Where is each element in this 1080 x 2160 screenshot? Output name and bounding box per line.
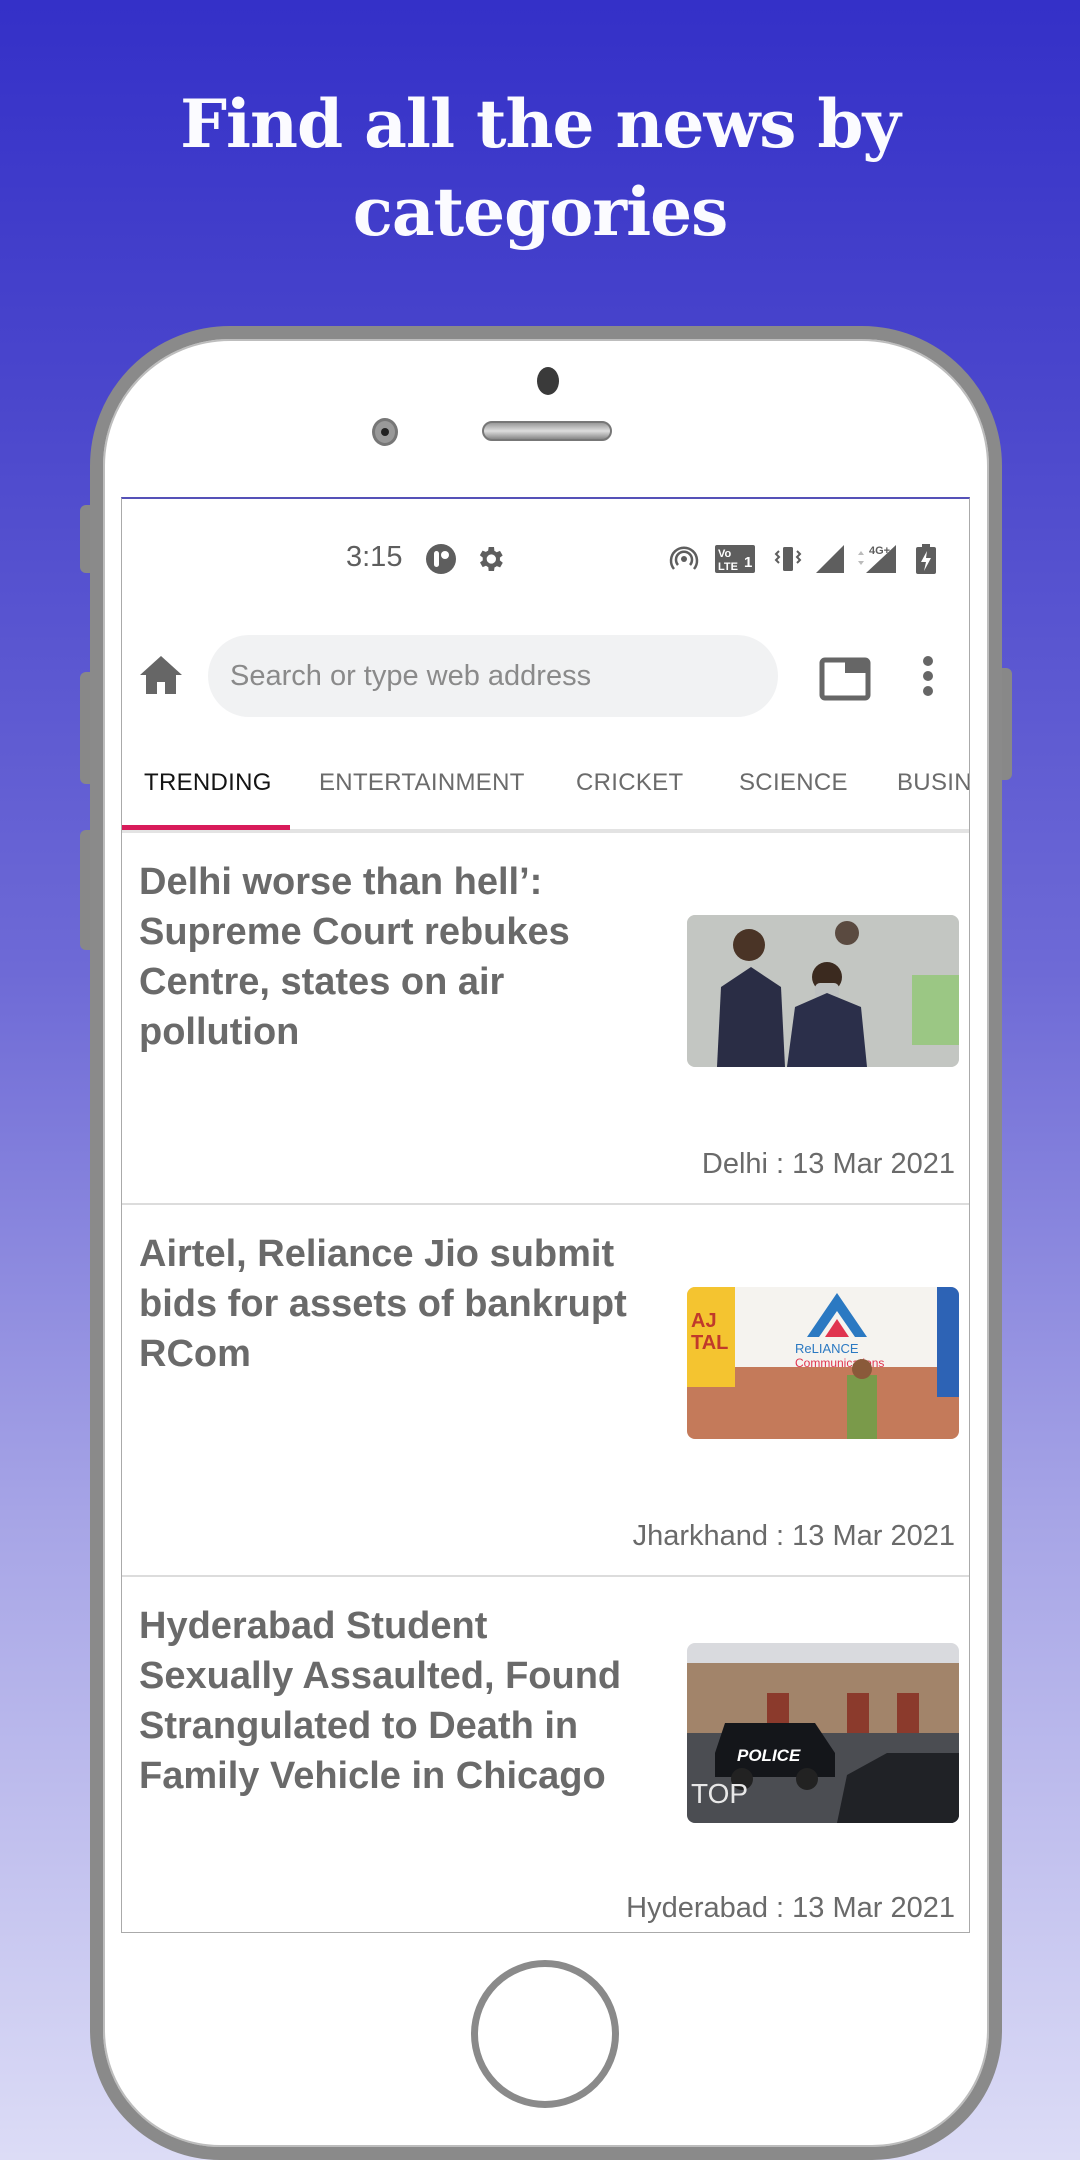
svg-text:TOP: TOP bbox=[691, 1778, 748, 1809]
svg-text:1: 1 bbox=[744, 554, 752, 571]
svg-text:4G+: 4G+ bbox=[869, 545, 890, 557]
article-card[interactable]: Hyderabad Student Sexually Assaulted, Fo… bbox=[122, 1577, 969, 1932]
article-title[interactable]: Hyderabad Student Sexually Assaulted, Fo… bbox=[139, 1601, 649, 1801]
proximity-sensor bbox=[372, 418, 398, 446]
assistant-icon bbox=[426, 544, 456, 574]
article-thumbnail-students[interactable] bbox=[687, 915, 959, 1067]
svg-text:LTE: LTE bbox=[718, 561, 738, 573]
tab-switcher-icon[interactable] bbox=[819, 657, 871, 701]
more-options-icon[interactable] bbox=[922, 655, 934, 697]
home-button[interactable] bbox=[471, 1960, 619, 2108]
svg-text:ReLIANCE: ReLIANCE bbox=[795, 1341, 859, 1356]
browser-toolbar bbox=[122, 617, 969, 737]
tab-trending[interactable]: TRENDING bbox=[144, 737, 272, 829]
active-tab-indicator bbox=[122, 825, 290, 830]
promo-headline-line2: categories bbox=[352, 173, 729, 251]
hotspot-icon bbox=[669, 546, 699, 570]
tab-entertainment[interactable]: ENTERTAINMENT bbox=[319, 737, 525, 829]
article-title[interactable]: Airtel, Reliance Jio submit bids for ass… bbox=[139, 1229, 649, 1379]
home-icon[interactable] bbox=[138, 654, 184, 696]
category-tabs: TRENDING ENTERTAINMENT CRICKET SCIENCE B… bbox=[122, 737, 969, 833]
svg-text:POLICE: POLICE bbox=[737, 1746, 801, 1765]
volte-icon: Vo LTE 1 bbox=[715, 545, 755, 573]
article-meta: Jharkhand : 13 Mar 2021 bbox=[632, 1520, 955, 1552]
svg-text:TAL: TAL bbox=[691, 1332, 728, 1354]
article-card[interactable]: Delhi worse than hell’: Supreme Court re… bbox=[122, 833, 969, 1205]
promo-headline: Find all the news by categories bbox=[0, 80, 1080, 256]
vibrate-icon bbox=[774, 547, 802, 571]
settings-gear-icon bbox=[479, 547, 503, 571]
article-card[interactable]: Airtel, Reliance Jio submit bids for ass… bbox=[122, 1205, 969, 1577]
earpiece-speaker bbox=[482, 421, 612, 441]
tab-cricket[interactable]: CRICKET bbox=[576, 737, 683, 829]
tab-business[interactable]: BUSIN bbox=[897, 737, 969, 829]
article-thumbnail-reliance[interactable]: AJ TAL ReLIANCE Communications bbox=[687, 1287, 959, 1439]
4g-plus-signal-icon: 4G+ bbox=[858, 545, 896, 573]
svg-text:Vo: Vo bbox=[718, 548, 732, 560]
status-bar: 3:15 Vo LTE 1 4G+ bbox=[122, 499, 969, 619]
article-meta: Delhi : 13 Mar 2021 bbox=[701, 1148, 955, 1180]
battery-charging-icon bbox=[916, 544, 936, 574]
article-meta: Hyderabad : 13 Mar 2021 bbox=[626, 1892, 955, 1924]
search-input[interactable] bbox=[208, 635, 778, 717]
signal-icon bbox=[816, 545, 844, 573]
promo-headline-line1: Find all the news by bbox=[180, 85, 901, 163]
article-thumbnail-police[interactable]: POLICE TOP bbox=[687, 1643, 959, 1823]
status-time: 3:15 bbox=[346, 541, 403, 573]
front-camera bbox=[537, 367, 559, 395]
phone-screen: 3:15 Vo LTE 1 4G+ Search or type web add… bbox=[121, 497, 970, 1933]
article-title[interactable]: Delhi worse than hell’: Supreme Court re… bbox=[139, 857, 649, 1057]
svg-text:AJ: AJ bbox=[691, 1310, 717, 1332]
tab-science[interactable]: SCIENCE bbox=[739, 737, 848, 829]
